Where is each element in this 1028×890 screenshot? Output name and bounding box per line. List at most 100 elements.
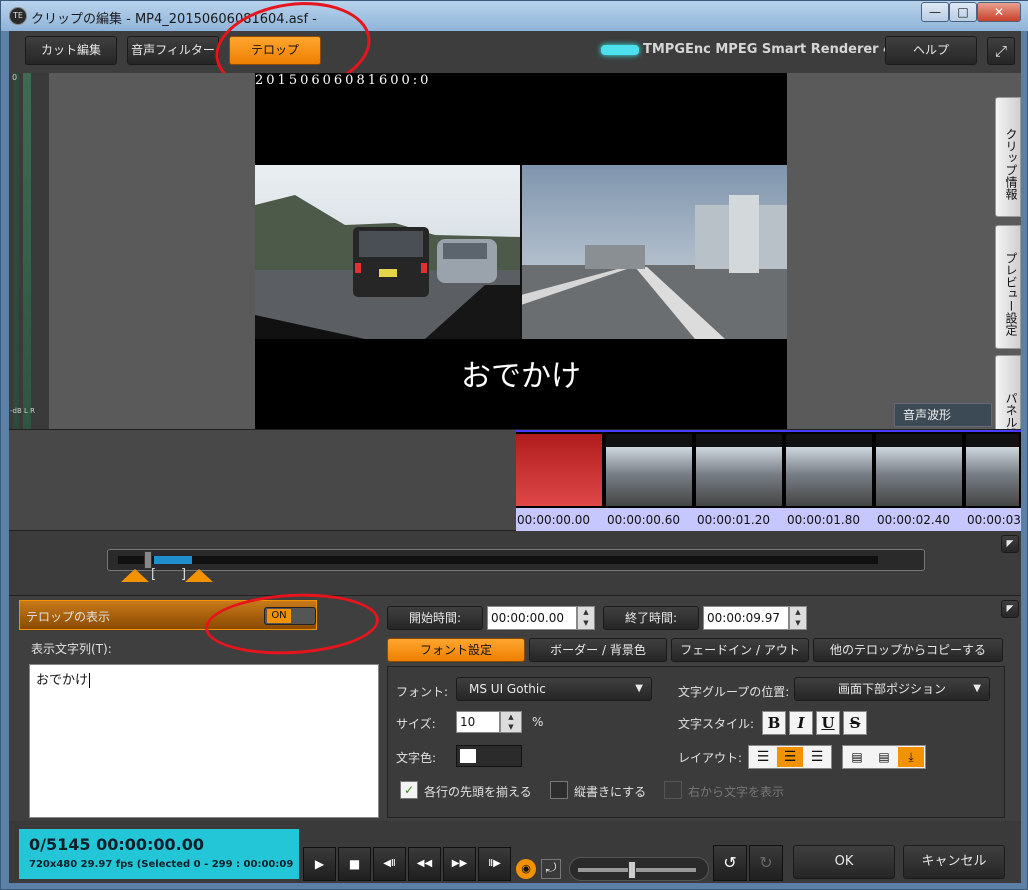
frame-time: 0/5145 00:00:00.00 — [29, 835, 205, 854]
seek-track — [118, 556, 878, 564]
fast-forward-button[interactable]: ▶▶ — [443, 847, 476, 881]
tab-fade-in-out[interactable]: フェードイン / アウト — [671, 638, 809, 662]
font-label: フォント: — [396, 685, 449, 699]
seek-bar[interactable] — [107, 549, 925, 571]
thumbnail-time: 00:00:00.00 — [516, 508, 606, 532]
group-position-select[interactable]: 画面下部ポジション ▼ — [794, 677, 990, 701]
font-select[interactable]: MS UI Gothic ▼ — [456, 677, 652, 701]
cancel-button[interactable]: キャンセル — [903, 845, 1005, 879]
size-label: サイズ: — [396, 717, 436, 731]
alignment-group: ☰ ☰ ☰ — [748, 745, 832, 769]
side-tab-preview-settings[interactable]: プレビュー設定 — [995, 225, 1021, 349]
cut-edit-button[interactable]: カット編集 — [25, 36, 117, 65]
volume-slider[interactable] — [569, 857, 709, 881]
meter-scale-label: -dB L R — [10, 407, 35, 415]
frame-counter: 0/5145 00:00:00.00 720x480 29.97 fps (Se… — [19, 829, 299, 879]
align-lines-label: 各行の先頭を揃える — [424, 785, 532, 799]
selection-range — [154, 556, 192, 564]
start-time-spinner-icon[interactable]: ▲ ▼ — [577, 606, 595, 630]
size-unit: % — [532, 715, 544, 729]
tab-copy-from-telop[interactable]: 他のテロップからコピーする — [813, 638, 1003, 662]
align-lines-checkbox[interactable]: ✓ — [400, 781, 418, 799]
telop-settings-panel: テロップの表示 ON 表示文字列(T): おでかけ 開始時間: 00:00:00… — [9, 589, 1021, 821]
audio-filter-button[interactable]: 音声フィルター — [127, 36, 219, 65]
video-frame: 20150606081600:0 おでかけ — [255, 73, 787, 429]
app-icon: TE — [9, 7, 27, 25]
valign-top-icon[interactable]: ▤ — [844, 747, 870, 767]
next-frame-button[interactable]: Ⅱ▶ — [478, 847, 511, 881]
vertical-text-checkbox[interactable] — [550, 781, 568, 799]
end-marker-icon[interactable] — [185, 569, 213, 582]
collapse-icon[interactable]: ◤ — [1001, 600, 1019, 618]
meter-bar-right — [23, 73, 31, 429]
valign-bottom-icon[interactable]: ⤓ — [898, 747, 924, 767]
ok-button[interactable]: OK — [793, 845, 895, 879]
top-toolbar: カット編集 音声フィルター テロップ TMPGEnc MPEG Smart Re… — [9, 0, 1021, 104]
layout-label: レイアウト: — [678, 751, 743, 765]
audio-icon[interactable]: ◉ — [516, 859, 536, 879]
loop-icon[interactable]: ⤾ — [541, 859, 561, 879]
group-position-value: 画面下部ポジション — [837, 682, 946, 696]
timeline-strip: 00:00:00.00 00:00:00.60 00:00:01.20 00:0… — [9, 429, 1021, 532]
italic-button[interactable]: I — [789, 711, 813, 735]
telop-toggle[interactable]: ON — [264, 607, 316, 625]
prev-frame-button[interactable]: ◀Ⅱ — [373, 847, 406, 881]
style-label: 文字スタイル: — [678, 717, 755, 731]
telop-text-area[interactable]: おでかけ — [29, 664, 379, 818]
thumbnail-time: 00:00:03.00 — [966, 508, 1021, 532]
fullscreen-icon[interactable]: ⤢ — [987, 37, 1015, 65]
start-marker-icon[interactable] — [121, 569, 149, 582]
play-button[interactable]: ▶ — [303, 847, 336, 881]
timeline-thumbnail[interactable] — [786, 434, 874, 506]
tab-font-settings[interactable]: フォント設定 — [387, 638, 525, 662]
volume-handle[interactable] — [628, 861, 636, 879]
group-position-label: 文字グループの位置: — [678, 685, 790, 699]
size-input[interactable]: 10 — [456, 711, 500, 733]
bold-button[interactable]: B — [762, 711, 786, 735]
align-left-icon[interactable]: ☰ — [750, 747, 776, 767]
timeline-thumbnail[interactable] — [876, 434, 964, 506]
tab-border-background[interactable]: ボーダー / 背景色 — [529, 638, 667, 662]
stop-button[interactable]: ■ — [338, 847, 371, 881]
out-bracket-icon: ] — [181, 567, 187, 582]
collapse-icon[interactable]: ◤ — [1001, 535, 1019, 553]
telop-text-value: おでかけ — [36, 673, 89, 688]
timeline-thumbnail[interactable] — [696, 434, 784, 506]
align-center-icon[interactable]: ☰ — [777, 747, 803, 767]
timeline-thumbnail[interactable] — [516, 434, 604, 506]
transport-bar: 0/5145 00:00:00.00 720x480 29.97 fps (Se… — [9, 821, 1021, 883]
underline-button[interactable]: U — [816, 711, 840, 735]
start-time-input[interactable]: 00:00:00.00 — [487, 606, 577, 630]
start-time-label: 開始時間: — [387, 606, 483, 630]
rewind-button[interactable]: ◀◀ — [408, 847, 441, 881]
end-time-input[interactable]: 00:00:09.97 — [703, 606, 789, 630]
meter-top-label: 0 — [12, 73, 18, 82]
timeline-thumbnail[interactable] — [606, 434, 694, 506]
valign-middle-icon[interactable]: ▤ — [871, 747, 897, 767]
vertical-position-group: ▤ ▤ ⤓ — [842, 745, 926, 769]
video-image — [255, 165, 787, 339]
audio-level-meter: 0 -dB L R — [9, 73, 49, 429]
telop-display-label: テロップの表示 — [26, 610, 111, 624]
end-time-spinner-icon[interactable]: ▲ ▼ — [789, 606, 807, 630]
telop-button[interactable]: テロップ — [229, 36, 321, 65]
thumbnail-track[interactable]: 00:00:00.00 00:00:00.60 00:00:01.20 00:0… — [516, 430, 1021, 532]
strikethrough-button[interactable]: S — [843, 711, 867, 735]
undo-icon[interactable]: ↺ — [713, 845, 747, 881]
color-picker[interactable] — [456, 745, 522, 767]
help-button[interactable]: ヘルプ — [885, 36, 977, 65]
close-button[interactable]: ✕ — [977, 2, 1021, 22]
timeline-thumbnail[interactable] — [966, 434, 1021, 506]
rtl-label: 右から文字を表示 — [688, 785, 785, 799]
dashcam-scene-image — [255, 165, 787, 339]
side-tab-clip-info[interactable]: クリップ情報 — [995, 97, 1021, 217]
align-right-icon[interactable]: ☰ — [804, 747, 830, 767]
clip-info: 720x480 29.97 fps (Selected 0 - 299 : 00… — [29, 859, 294, 870]
waveform-button[interactable]: 音声波形 — [894, 403, 992, 427]
end-time-label: 終了時間: — [603, 606, 699, 630]
thumbnail-time: 00:00:00.60 — [606, 508, 696, 532]
minimize-button[interactable]: — — [921, 2, 949, 22]
maximize-button[interactable]: □ — [949, 2, 977, 22]
in-bracket-icon: [ — [151, 567, 157, 582]
size-spinner-icon[interactable]: ▲ ▼ — [500, 711, 522, 733]
